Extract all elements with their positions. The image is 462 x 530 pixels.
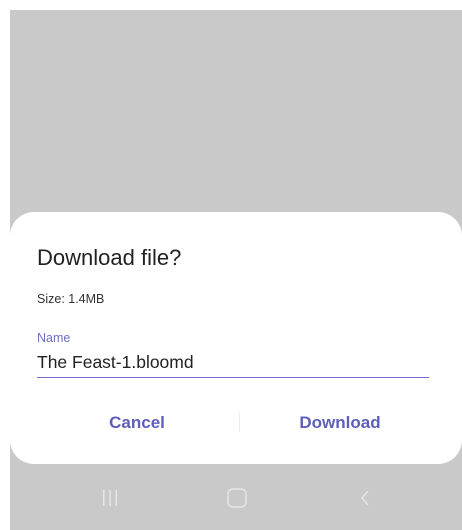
file-name-input[interactable] xyxy=(37,348,429,378)
name-field-label: Name xyxy=(37,331,71,345)
download-dialog: Download file? Size: 1.4MB Name Cancel D… xyxy=(10,212,462,464)
screen: Download file? Size: 1.4MB Name Cancel D… xyxy=(0,0,462,530)
back-button[interactable] xyxy=(335,466,395,530)
download-button[interactable]: Download xyxy=(265,408,415,438)
file-size-text: Size: 1.4MB xyxy=(37,292,105,306)
back-icon xyxy=(361,490,369,506)
button-divider xyxy=(239,412,240,432)
cancel-button[interactable]: Cancel xyxy=(62,408,212,438)
home-icon xyxy=(227,488,247,508)
dialog-title: Download file? xyxy=(37,245,182,270)
system-navigation-bar xyxy=(10,466,462,530)
home-button[interactable] xyxy=(207,466,267,530)
recent-apps-icon xyxy=(103,490,117,506)
recent-apps-button[interactable] xyxy=(80,466,140,530)
